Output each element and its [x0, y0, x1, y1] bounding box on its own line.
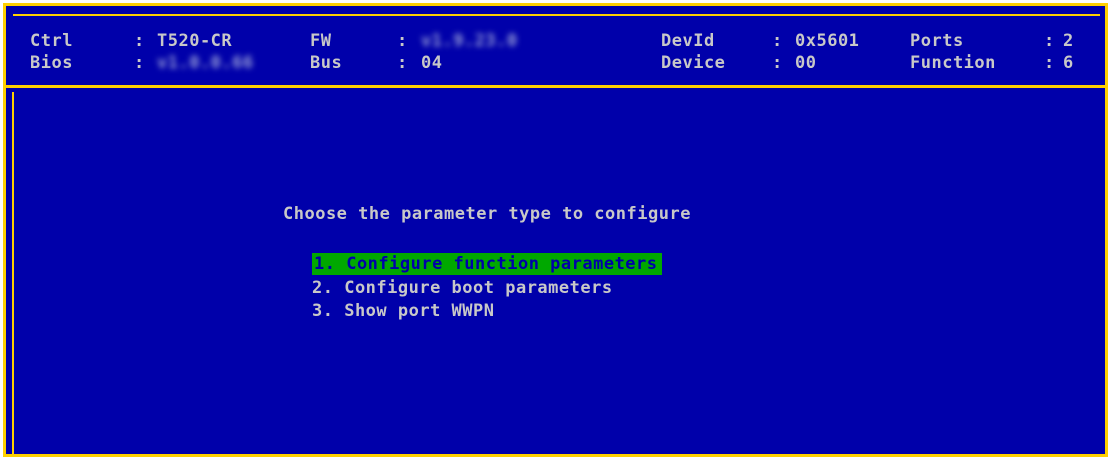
ctrl-label: Ctrl [30, 31, 73, 51]
menu-item-configure-boot[interactable]: 2. Configure boot parameters [312, 277, 613, 299]
bus-label: Bus [310, 53, 343, 73]
devid-value: 0x5601 [795, 31, 860, 51]
fw-label: FW [310, 31, 332, 51]
device-value: 00 [795, 53, 817, 73]
devid-separator: : [772, 31, 783, 51]
devid-label: DevId [661, 31, 715, 51]
bios-separator: : [134, 53, 145, 73]
bios-label: Bios [30, 53, 73, 73]
ports-value: 2 [1063, 31, 1074, 51]
menu-title: Choose the parameter type to configure [283, 204, 691, 224]
fw-separator: : [397, 31, 408, 51]
bios-value: v1.0.0.66 [157, 53, 254, 73]
ctrl-separator: : [134, 31, 145, 51]
function-value: 6 [1063, 53, 1074, 73]
function-separator: : [1044, 53, 1055, 73]
bus-separator: : [397, 53, 408, 73]
fw-value: v1.9.23.0 [421, 31, 518, 51]
menu-item-configure-function[interactable]: 1. Configure function parameters [312, 253, 662, 275]
menu-item-show-wwpn[interactable]: 3. Show port WWPN [312, 300, 495, 322]
ports-label: Ports [910, 31, 964, 51]
option-rom-console: Ctrl : T520-CR FW : v1.9.23.0 DevId : 0x… [3, 3, 1108, 457]
left-border-rule [12, 92, 14, 456]
device-label: Device [661, 53, 726, 73]
ports-separator: : [1044, 31, 1055, 51]
ctrl-value: T520-CR [157, 31, 233, 51]
adapter-info-header: Ctrl : T520-CR FW : v1.9.23.0 DevId : 0x… [6, 6, 1105, 88]
device-separator: : [772, 53, 783, 73]
function-label: Function [910, 53, 996, 73]
bus-value: 04 [421, 53, 443, 73]
bios-screen: Ctrl : T520-CR FW : v1.9.23.0 DevId : 0x… [0, 0, 1113, 460]
